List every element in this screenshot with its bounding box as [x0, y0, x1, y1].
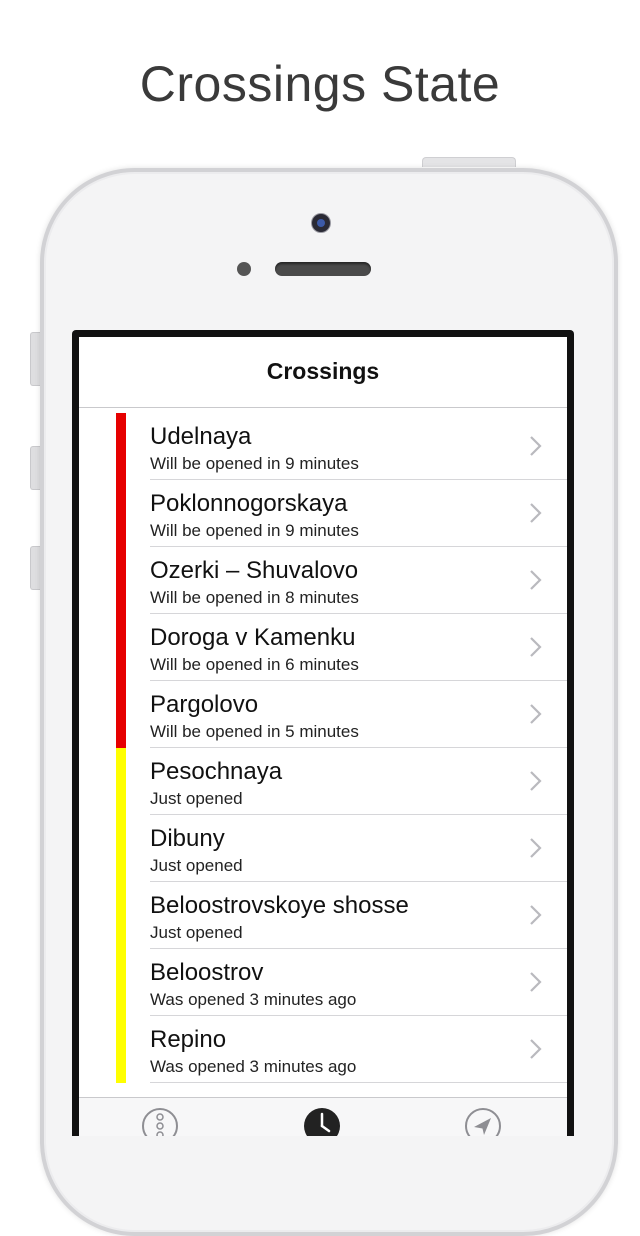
- tab-schedule[interactable]: [302, 1106, 342, 1136]
- crossing-status: Was opened 3 minutes ago: [150, 1057, 357, 1076]
- crossing-status: Will be opened in 9 minutes: [150, 454, 359, 473]
- chevron-right-icon: [530, 570, 542, 590]
- crossing-name: Pargolovo: [150, 691, 259, 718]
- crossing-name: Ozerki – Shuvalovo: [150, 557, 359, 584]
- crossing-row[interactable]: Ozerki – Shuvalovo Will be opened in 8 mi…: [79, 547, 567, 614]
- crossing-row[interactable]: Beloostrov Was opened 3 minutes ago: [79, 949, 567, 1016]
- crossing-name: Udelnaya: [150, 423, 252, 450]
- crossing-row[interactable]: Udelnaya Will be opened in 9 minutes: [79, 413, 567, 480]
- chevron-right-icon: [530, 503, 542, 523]
- crossing-state-indicator: [116, 480, 126, 547]
- screen-title: Crossings: [266, 358, 380, 384]
- tab-location[interactable]: [463, 1106, 503, 1136]
- mute-switch: [30, 332, 40, 386]
- crossing-state-indicator: [116, 614, 126, 681]
- front-camera: [311, 213, 331, 233]
- chevron-right-icon: [530, 637, 542, 657]
- crossing-name: Beloostrov: [150, 959, 264, 986]
- crossing-row[interactable]: Poklonnogorskaya Will be opened in 9 minu…: [79, 480, 567, 547]
- volume-down-button: [30, 546, 40, 590]
- crossing-state-indicator: [116, 882, 126, 949]
- crossing-name: Pesochnaya: [150, 758, 283, 785]
- chevron-right-icon: [530, 436, 542, 456]
- crossing-status: Will be opened in 8 minutes: [150, 588, 359, 607]
- chevron-right-icon: [530, 704, 542, 724]
- crossing-name: Poklonnogorskaya: [150, 490, 348, 517]
- crossing-row[interactable]: Dibuny Just opened: [79, 815, 567, 882]
- chevron-right-icon: [530, 1039, 542, 1059]
- crossing-state-indicator: [116, 748, 126, 815]
- crossing-row[interactable]: Beloostrovskoye shosse Just opened: [79, 882, 567, 949]
- crossing-row[interactable]: Pargolovo Will be opened in 5 minutes: [79, 681, 567, 748]
- page-headline: Crossings State: [139, 56, 501, 112]
- crossing-status: Was opened 3 minutes ago: [150, 990, 357, 1009]
- proximity-sensor: [237, 262, 251, 276]
- location-arrow-icon: [465, 1108, 501, 1136]
- crossing-name: Doroga v Kamenku: [150, 624, 356, 651]
- crossing-state-indicator: [116, 547, 126, 614]
- phone-screen: Crossings Udelnaya Will be opened in 9 mi…: [72, 330, 574, 1136]
- crossing-state-indicator: [116, 681, 126, 748]
- row-separator: [150, 1082, 567, 1083]
- crossing-row[interactable]: Doroga v Kamenku Will be opened in 6 minu…: [79, 614, 567, 681]
- crossing-status: Just opened: [150, 923, 243, 942]
- chevron-right-icon: [530, 972, 542, 992]
- crossing-state-indicator: [116, 815, 126, 882]
- chevron-right-icon: [530, 838, 542, 858]
- volume-up-button: [30, 446, 40, 490]
- navigation-bar: Crossings: [79, 337, 567, 408]
- earpiece-speaker: [275, 262, 371, 276]
- tab-bar: [79, 1097, 567, 1136]
- crossings-list[interactable]: Udelnaya Will be opened in 9 minutes Poklo…: [79, 413, 567, 1097]
- crossing-name: Repino: [150, 1026, 227, 1053]
- power-button: [422, 157, 516, 167]
- crossing-status: Will be opened in 9 minutes: [150, 521, 359, 540]
- crossing-row[interactable]: Repino Was opened 3 minutes ago: [79, 1016, 567, 1083]
- crossing-status: Will be opened in 5 minutes: [150, 722, 359, 741]
- tab-traffic-lights[interactable]: [140, 1106, 180, 1136]
- crossing-state-indicator: [116, 413, 126, 480]
- traffic-light-icon: [142, 1108, 178, 1136]
- crossing-status: Just opened: [150, 789, 243, 808]
- crossing-row[interactable]: Pesochnaya Just opened: [79, 748, 567, 815]
- crossing-status: Just opened: [150, 856, 243, 875]
- clock-icon: [304, 1108, 340, 1136]
- crossing-status: Will be opened in 6 minutes: [150, 655, 359, 674]
- chevron-right-icon: [530, 771, 542, 791]
- crossing-name: Beloostrovskoye shosse: [150, 892, 409, 919]
- crossing-state-indicator: [116, 1016, 126, 1083]
- crossing-name: Dibuny: [150, 825, 225, 852]
- chevron-right-icon: [530, 905, 542, 925]
- crossing-state-indicator: [116, 949, 126, 1016]
